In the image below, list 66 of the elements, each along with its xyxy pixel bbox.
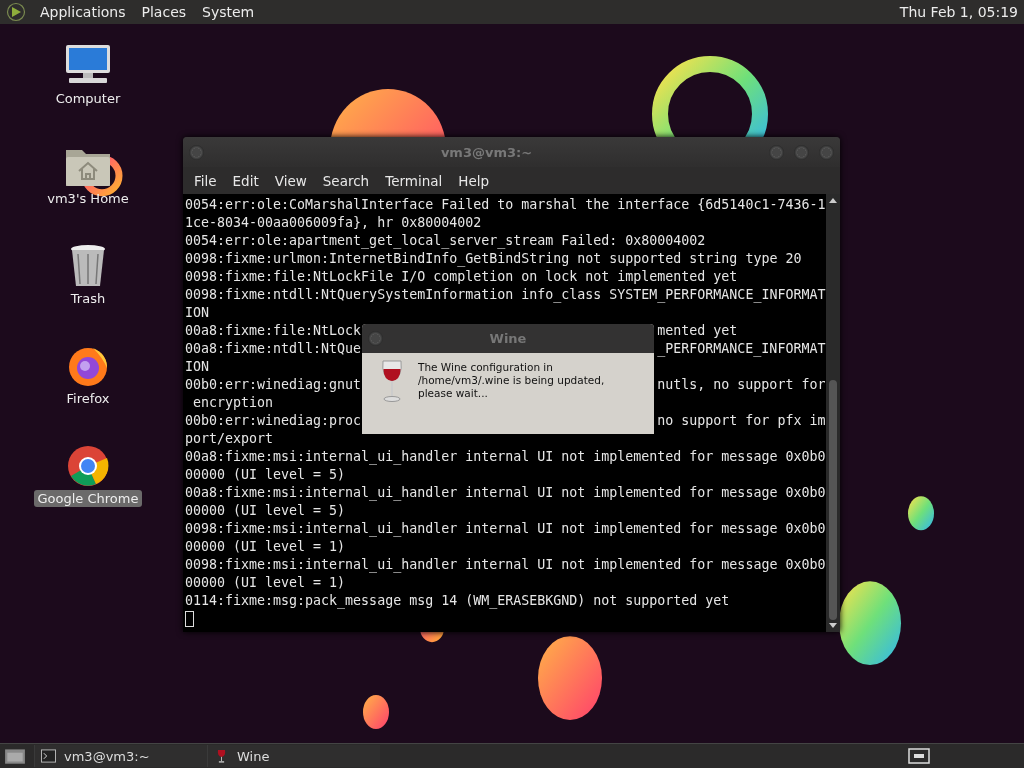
terminal-line: 1ce-8034-00aa006009fa}, hr 0x80004002 [185,214,482,232]
show-desktop-icon[interactable] [4,747,26,765]
dialog-title: Wine [488,331,528,346]
scroll-up-icon[interactable] [829,197,837,203]
window-title: vm3@vm3:~ [439,144,534,160]
taskbar-button[interactable]: vm3@vm3:~ [34,745,207,767]
icon-label: Trash [69,290,107,307]
terminal-line: ION [185,304,210,322]
terminal-line: 0098:fixme:file:NtLockFile I/O completion on lock not implemented yet [185,268,738,286]
menu-item[interactable]: Search [314,172,378,189]
panel-menu[interactable]: System [200,4,257,20]
text-cursor [185,611,194,627]
menu-item[interactable]: Terminal [377,172,451,189]
play-logo-icon[interactable] [6,2,26,22]
minimize-button[interactable] [769,144,784,160]
maximize-button[interactable] [794,144,809,160]
icon-label: vm3's Home [46,190,130,207]
terminal-line: no support for pfx im [657,412,826,430]
dialog-message: The Wine configuration in /home/vm3/.wine is being updated, please wait... [418,361,606,400]
menu-item[interactable]: Edit [224,172,267,189]
terminal-line: 00000 (UI level = 5) [185,502,346,520]
workspace-switcher-icon[interactable] [908,748,930,764]
terminal-line: 00000 (UI level = 1) [185,574,346,592]
terminal-line: 0098:fixme:urlmon:InternetBindInfo_GetBindString not supported string type 20 [185,250,802,268]
desktop-icon[interactable]: Firefox [62,344,114,422]
terminal-line: port/export [185,430,274,448]
menu-item[interactable]: File [186,172,225,189]
panel-menu[interactable]: Applications [38,4,128,20]
icon-label: Google Chrome [33,490,143,507]
window-menu-button[interactable] [368,331,383,346]
terminal-line: encryption [192,394,274,412]
panel-menu[interactable]: Places [139,4,189,20]
menu-item[interactable]: View [266,172,315,189]
terminal-icon [41,749,56,763]
icon-label: Computer [54,90,122,107]
scrollbar[interactable] [826,194,840,632]
terminal-line: 00000 (UI level = 5) [185,466,346,484]
desktop-icon[interactable]: vm3's Home [43,144,133,222]
terminal-line: 0054:err:ole:CoMarshalInterface Failed to marshal the interface {6d5140c1-7436-1 [185,196,826,214]
terminal-line: 0098:fixme:msi:internal_ui_handler internal UI not implemented for message 0x0b0 [185,520,826,538]
desktop-icon[interactable]: Trash [63,244,113,322]
terminal-line: 00a8:fixme:msi:internal_ui_handler internal UI not implemented for message 0x0b0 [185,484,826,502]
terminal-line: 00a8:fixme:file:NtLock [185,322,362,340]
window-menu-button[interactable] [189,144,204,160]
terminal-line: 00a8:fixme:msi:internal_ui_handler internal UI not implemented for message 0x0b0 [185,448,826,466]
clock[interactable]: Thu Feb 1, 05:19 [899,4,1020,20]
terminal-line: 0098:fixme:msi:internal_ui_handler internal UI not implemented for message 0x0b0 [185,556,826,574]
close-button[interactable] [819,144,834,160]
terminal-line: 00b0:err:winediag:gnut [185,376,362,394]
terminal-line: 0114:fixme:msg:pack_message msg 14 (WM_ERASEBKGND) not supported yet [185,592,730,610]
terminal-line: 00b0:err:winediag:proc [185,412,362,430]
menu-item[interactable]: Help [450,172,498,189]
terminal-line: 00000 (UI level = 1) [185,538,346,556]
terminal-line: 0054:err:ole:apartment_get_local_server_stream Failed: 0x80004002 [185,232,706,250]
icon-label: Firefox [65,390,111,407]
desktop-icon[interactable]: Google Chrome [33,444,143,522]
terminal-line: _PERFORMANCE_INFORMAT [657,340,826,358]
terminal-line: nutls, no support for [657,376,826,394]
terminal-line: mented yet [657,322,738,340]
desktop-icon[interactable]: Computer [51,44,125,122]
terminal-line: ION [185,358,210,376]
terminal-line: 0098:fixme:ntdll:NtQuerySystemInformation info_class SYSTEM_PERFORMANCE_INFORMAT [185,286,826,304]
scroll-down-icon[interactable] [829,623,837,629]
wine-glass-icon [380,359,404,403]
taskbar-button[interactable]: Wine [207,745,380,767]
terminal-line: 00a8:fixme:ntdll:NtQue [185,340,362,358]
